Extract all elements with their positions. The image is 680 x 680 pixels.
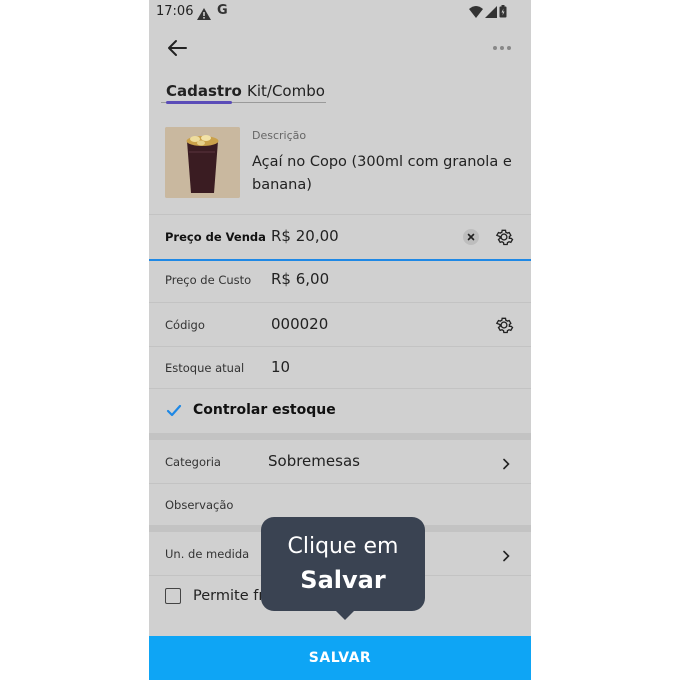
- clear-icon[interactable]: [463, 229, 479, 245]
- stock-input[interactable]: 10: [271, 358, 290, 376]
- control-stock-label: Controlar estoque: [193, 402, 336, 418]
- sale-price-row[interactable]: Preço de Venda R$ 20,00: [149, 214, 531, 261]
- app-screen: 17:06 G Cadastro Kit/Combo Descrição Aça…: [149, 0, 531, 680]
- tooltip-line-1: Clique em: [287, 534, 399, 559]
- notes-label: Observação: [165, 498, 234, 512]
- control-stock-row[interactable]: Controlar estoque: [149, 388, 531, 433]
- stock-row[interactable]: Estoque atual 10: [149, 346, 531, 389]
- tooltip-arrow: [335, 610, 355, 620]
- tooltip-line-2: Salvar: [300, 566, 386, 594]
- status-icons: [469, 5, 507, 18]
- cost-price-label: Preço de Custo: [165, 273, 252, 287]
- stock-label: Estoque atual: [165, 361, 245, 375]
- tab-cadastro[interactable]: Cadastro: [166, 82, 242, 100]
- tab-bar: Cadastro Kit/Combo: [156, 80, 326, 104]
- category-value: Sobremesas: [268, 452, 360, 470]
- tab-kit-combo[interactable]: Kit/Combo: [247, 82, 325, 100]
- battery-icon: [499, 5, 507, 18]
- checkbox[interactable]: [165, 588, 181, 604]
- section-divider: [149, 433, 531, 440]
- category-label: Categoria: [165, 455, 221, 469]
- gear-icon[interactable]: [494, 227, 514, 247]
- unit-chevron-right-icon[interactable]: [501, 547, 511, 562]
- code-row[interactable]: Código 000020: [149, 302, 531, 347]
- more-options-icon[interactable]: [489, 38, 515, 58]
- active-tab-indicator: [166, 101, 232, 104]
- unit-label: Un. de medida: [165, 547, 250, 561]
- save-button[interactable]: SALVAR: [149, 636, 531, 680]
- wifi-icon: [469, 5, 483, 18]
- sale-price-input[interactable]: R$ 20,00: [271, 227, 339, 245]
- back-arrow-icon[interactable]: [163, 35, 193, 61]
- signal-icon: [485, 5, 497, 18]
- description-input[interactable]: Açaí no Copo (300ml com granola e banana…: [252, 151, 512, 197]
- cost-price-row[interactable]: Preço de Custo R$ 6,00: [149, 259, 531, 302]
- code-input[interactable]: 000020: [271, 315, 328, 333]
- check-icon[interactable]: [166, 403, 182, 417]
- warning-icon: [197, 5, 211, 24]
- product-image[interactable]: [165, 127, 240, 198]
- tooltip: Clique em Salvar: [261, 517, 425, 620]
- code-gear-icon[interactable]: [494, 315, 514, 335]
- sale-price-label: Preço de Venda: [165, 230, 266, 244]
- category-row[interactable]: Categoria Sobremesas: [149, 440, 531, 483]
- cost-price-input[interactable]: R$ 6,00: [271, 270, 329, 288]
- status-time: 17:06: [156, 4, 194, 19]
- fractional-label: Permite fr: [193, 588, 265, 604]
- g-icon: G: [217, 3, 228, 18]
- description-label: Descrição: [252, 129, 307, 142]
- status-bar: 17:06 G: [149, 0, 531, 24]
- code-label: Código: [165, 318, 205, 332]
- chevron-right-icon[interactable]: [501, 455, 511, 470]
